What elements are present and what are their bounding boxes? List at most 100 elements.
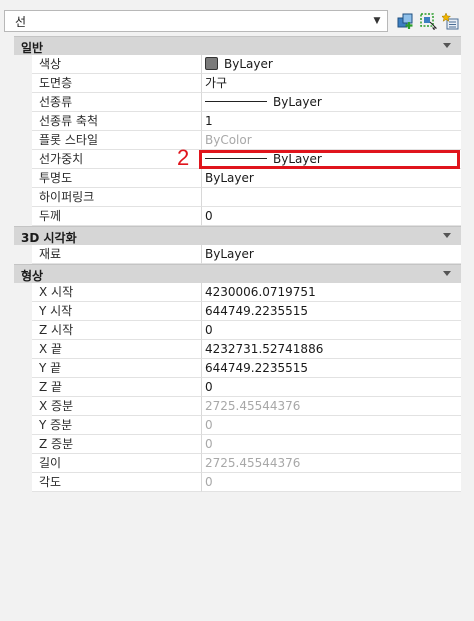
property-name: 투명도 bbox=[32, 169, 202, 188]
collapse-caret-icon[interactable] bbox=[443, 271, 451, 276]
property-name: 하이퍼링크 bbox=[32, 188, 202, 207]
property-value-text: ByLayer bbox=[273, 152, 322, 166]
row-gutter bbox=[14, 416, 32, 435]
property-row[interactable]: 투명도 ByLayer bbox=[14, 169, 461, 188]
section-title: 형상 bbox=[21, 269, 44, 283]
row-gutter bbox=[14, 55, 32, 74]
property-value[interactable]: ByLayer bbox=[202, 169, 461, 188]
property-row[interactable]: 색상 ByLayer bbox=[14, 55, 461, 74]
section-header[interactable]: 형상 bbox=[14, 264, 461, 283]
property-value[interactable]: ByLayer bbox=[202, 93, 461, 112]
object-type-dropdown[interactable]: 선 ▼ bbox=[4, 10, 388, 32]
section-title: 일반 bbox=[21, 41, 44, 55]
row-gutter bbox=[14, 93, 32, 112]
property-name: Y 끝 bbox=[32, 359, 202, 378]
line-sample-icon bbox=[205, 101, 267, 102]
property-value[interactable] bbox=[202, 188, 461, 207]
property-row[interactable]: 재료 ByLayer bbox=[14, 245, 461, 264]
property-row[interactable]: Z 시작 0 bbox=[14, 321, 461, 340]
row-gutter bbox=[14, 245, 32, 264]
property-name: Z 증분 bbox=[32, 435, 202, 454]
property-row[interactable]: 선종류 축척 1 bbox=[14, 112, 461, 131]
collapse-caret-icon[interactable] bbox=[443, 43, 451, 48]
property-value-text: 1 bbox=[205, 114, 213, 128]
property-row[interactable]: 각도 0 bbox=[14, 473, 461, 492]
property-value-text: 644749.2235515 bbox=[205, 361, 309, 375]
section-header[interactable]: 3D 시각화 bbox=[14, 226, 461, 245]
row-gutter bbox=[14, 188, 32, 207]
property-value[interactable]: 644749.2235515 bbox=[202, 359, 461, 378]
property-row[interactable]: 플롯 스타일 ByColor bbox=[14, 131, 461, 150]
property-value[interactable]: 644749.2235515 bbox=[202, 302, 461, 321]
property-row[interactable]: Y 시작 644749.2235515 bbox=[14, 302, 461, 321]
select-objects-icon[interactable] bbox=[419, 12, 437, 30]
property-row[interactable]: 하이퍼링크 bbox=[14, 188, 461, 207]
property-row[interactable]: Z 끝0 bbox=[14, 378, 461, 397]
property-value[interactable]: ByLayer bbox=[202, 245, 461, 264]
property-value: ByColor bbox=[202, 131, 461, 150]
property-value[interactable]: 가구 bbox=[202, 74, 461, 93]
properties-grid: 일반 색상 ByLayer 도면층 가구 선종류 ByLayer 선종류 축척 1 플롯 스타일 B… bbox=[14, 36, 461, 492]
property-value[interactable]: ByLayer bbox=[202, 55, 461, 74]
quick-select-icon[interactable] bbox=[442, 12, 460, 30]
row-gutter bbox=[14, 397, 32, 416]
property-row[interactable]: 도면층 가구 bbox=[14, 74, 461, 93]
property-row[interactable]: 선종류 ByLayer bbox=[14, 93, 461, 112]
property-value[interactable]: ByLayer bbox=[202, 150, 461, 169]
annotation-label: 2 bbox=[177, 145, 190, 170]
property-value-text: 2725.45544376 bbox=[205, 399, 301, 413]
property-value-text: ByLayer bbox=[273, 95, 322, 109]
property-name: Y 시작 bbox=[32, 302, 202, 321]
property-value-text: ByLayer bbox=[205, 247, 254, 261]
property-name: 길이 bbox=[32, 454, 202, 473]
property-value[interactable]: 1 bbox=[202, 112, 461, 131]
property-value[interactable]: 0 bbox=[202, 321, 461, 340]
toggle-pickadd-icon[interactable] bbox=[397, 12, 415, 30]
property-row[interactable]: X 증분 2725.45544376 bbox=[14, 397, 461, 416]
property-value: 2725.45544376 bbox=[202, 454, 461, 473]
property-row[interactable]: Y 끝 644749.2235515 bbox=[14, 359, 461, 378]
property-value[interactable]: 4232731.52741886 bbox=[202, 340, 461, 359]
property-name: 선종류 bbox=[32, 93, 202, 112]
toolbar: 선 ▼ bbox=[0, 0, 474, 36]
row-gutter bbox=[14, 454, 32, 473]
property-name: Z 끝 bbox=[32, 378, 202, 397]
property-value[interactable]: 0 bbox=[202, 378, 461, 397]
property-name: 선종류 축척 bbox=[32, 112, 202, 131]
property-value[interactable]: 0 bbox=[202, 207, 461, 226]
object-type-value: 선 bbox=[15, 15, 27, 29]
property-value-text: 0 bbox=[205, 475, 213, 489]
chevron-down-icon[interactable]: ▼ bbox=[369, 12, 385, 30]
property-value-text: ByLayer bbox=[224, 57, 273, 71]
property-row[interactable]: 길이 2725.45544376 bbox=[14, 454, 461, 473]
property-value-text: 4232731.52741886 bbox=[205, 342, 324, 356]
row-gutter bbox=[14, 359, 32, 378]
property-name: Z 시작 bbox=[32, 321, 202, 340]
property-row[interactable]: X 끝 4232731.52741886 bbox=[14, 340, 461, 359]
property-row[interactable]: Z 증분 0 bbox=[14, 435, 461, 454]
section-header[interactable]: 일반 bbox=[14, 36, 461, 55]
property-name: 재료 bbox=[32, 245, 202, 264]
property-row[interactable]: Y 증분 0 bbox=[14, 416, 461, 435]
property-value[interactable]: 4230006.0719751 bbox=[202, 283, 461, 302]
row-gutter bbox=[14, 378, 32, 397]
row-gutter bbox=[14, 473, 32, 492]
property-row[interactable]: 선가중치 ByLayer bbox=[14, 150, 461, 169]
row-gutter bbox=[14, 435, 32, 454]
property-name: 두께 bbox=[32, 207, 202, 226]
property-name: 도면층 bbox=[32, 74, 202, 93]
property-value-text: 0 bbox=[205, 437, 213, 451]
property-value-text: 0 bbox=[205, 418, 213, 432]
property-row[interactable]: 두께 0 bbox=[14, 207, 461, 226]
property-name: 각도 bbox=[32, 473, 202, 492]
collapse-caret-icon[interactable] bbox=[443, 233, 451, 238]
row-gutter bbox=[14, 207, 32, 226]
property-value-text: 가구 bbox=[205, 76, 228, 90]
property-value: 0 bbox=[202, 416, 461, 435]
property-value-text: 2725.45544376 bbox=[205, 456, 301, 470]
property-value-text: 0 bbox=[205, 380, 213, 394]
property-value-text: ByColor bbox=[205, 133, 252, 147]
property-value-text: 644749.2235515 bbox=[205, 304, 309, 318]
property-name: Y 증분 bbox=[32, 416, 202, 435]
property-row[interactable]: X 시작 4230006.0719751 bbox=[14, 283, 461, 302]
